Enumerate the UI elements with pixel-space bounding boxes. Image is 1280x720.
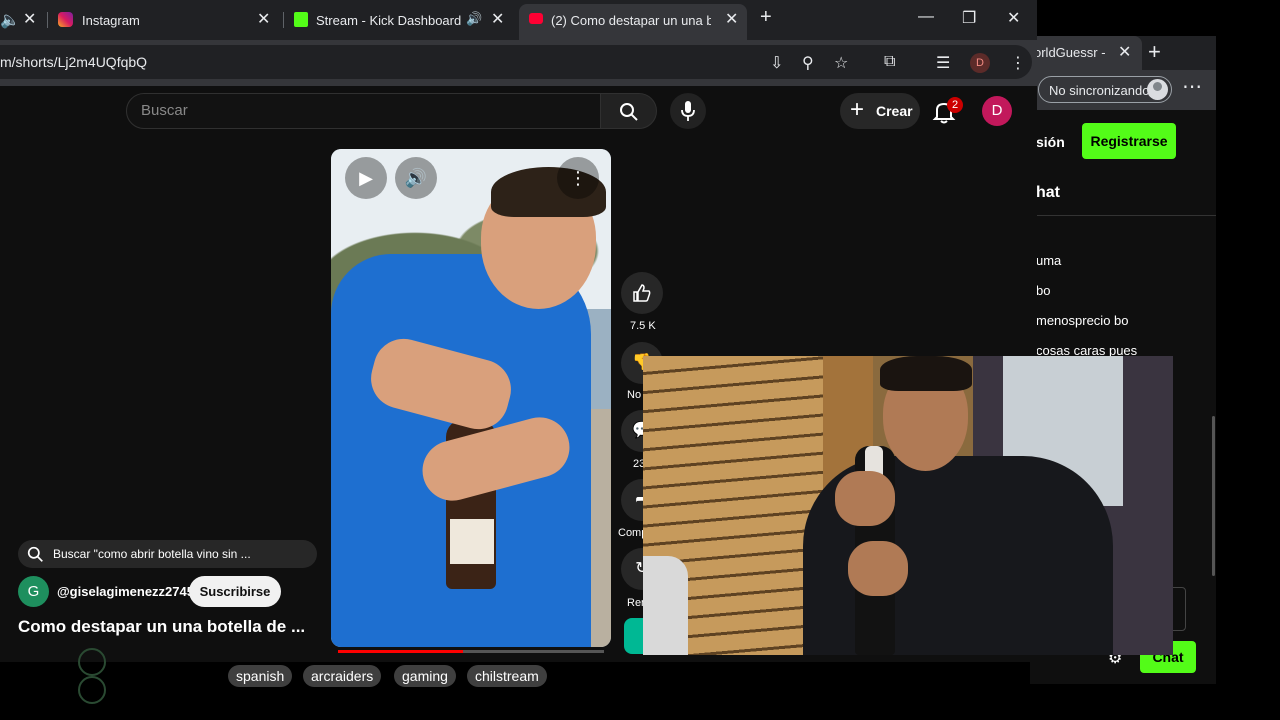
profile-avatar[interactable]: D — [970, 53, 990, 73]
tab-title: Instagram — [82, 13, 140, 28]
bookmark-star-icon[interactable]: ☆ — [834, 53, 848, 73]
create-button[interactable]: + Crear — [840, 93, 920, 129]
close-window-icon[interactable]: ✕ — [1007, 8, 1020, 28]
video-progress-fill — [338, 650, 463, 653]
kick-tab-strip: orldGuessr - ✕ + — [1030, 36, 1216, 70]
webcam-hand — [835, 471, 895, 526]
install-app-icon[interactable]: ⇩ — [770, 53, 783, 73]
minimize-icon[interactable]: — — [918, 8, 934, 26]
search-button[interactable] — [600, 93, 657, 129]
extensions-icon[interactable]: ⧉ — [884, 53, 895, 71]
zoom-icon[interactable]: ⚲ — [802, 53, 814, 73]
webcam-hand — [848, 541, 908, 596]
related-search-chip[interactable]: Buscar "como abrir botella vino sin ... — [18, 540, 317, 568]
subscribe-button[interactable]: Suscribirse — [189, 576, 281, 607]
tab-instagram[interactable]: Instagram ✕ — [50, 0, 280, 40]
channel-name[interactable]: @giselagimenezz2745 — [57, 584, 194, 599]
login-link[interactable]: sión — [1036, 134, 1065, 150]
media-control-icon[interactable]: ☰ — [936, 53, 950, 73]
url-text: m/shorts/Lj2m4UQfqbQ — [0, 54, 148, 70]
more-options-icon[interactable]: ⋯ — [1182, 74, 1203, 99]
thumbnail-ring — [78, 648, 106, 676]
search-icon — [27, 546, 43, 562]
video-title[interactable]: Como destapar un una botella de ... — [18, 617, 305, 637]
avatar[interactable]: D — [982, 96, 1012, 126]
like-button[interactable] — [621, 272, 663, 314]
search-placeholder: Buscar — [141, 102, 188, 119]
voice-search-button[interactable] — [670, 93, 706, 129]
tab-title: Stream - Kick Dashboard — [316, 13, 462, 28]
browser-toolbar: m/shorts/Lj2m4UQfqbQ ⇩ ⚲ ☆ ⧉ ☰ D ⋮ — [0, 40, 1037, 86]
search-icon — [620, 103, 638, 121]
create-label: Crear — [876, 103, 913, 119]
chat-scrollbar[interactable] — [1212, 416, 1215, 576]
plus-icon: + — [850, 96, 865, 123]
tab-strip: 🔈 ✕ Instagram ✕ Stream - Kick Dashboard … — [0, 0, 1037, 40]
tab-youtube-short[interactable]: (2) Como destapar un una botella ✕ — [519, 4, 747, 40]
microphone-icon — [681, 101, 695, 121]
webcam-microphone — [643, 556, 688, 655]
kick-icon — [294, 12, 308, 27]
related-search-text: Buscar "como abrir botella vino sin ... — [53, 547, 251, 561]
chat-message: menosprecio bo — [1036, 313, 1129, 328]
tab-separator — [47, 12, 48, 28]
webcam-overlay — [643, 356, 1173, 655]
tab-title: orldGuessr - — [1034, 45, 1106, 60]
chat-title: hat — [1036, 184, 1060, 201]
speaker-icon[interactable]: 🔊 — [466, 11, 482, 27]
play-button[interactable]: ▶ — [345, 157, 387, 199]
new-tab-icon[interactable]: + — [1148, 39, 1161, 65]
tag-chip[interactable]: spanish — [228, 665, 293, 687]
close-icon[interactable]: ✕ — [491, 9, 504, 29]
tag-chip[interactable]: arcraiders — [303, 665, 382, 687]
close-icon[interactable]: ✕ — [23, 9, 36, 29]
speaker-icon[interactable]: 🔈 — [0, 10, 20, 30]
youtube-icon — [529, 13, 543, 24]
more-options-icon[interactable]: ⋮ — [557, 157, 599, 199]
close-icon[interactable]: ✕ — [725, 9, 738, 29]
search-input[interactable]: Buscar — [126, 93, 601, 129]
sync-status-button[interactable]: No sincronizando — [1038, 76, 1172, 103]
address-bar[interactable]: m/shorts/Lj2m4UQfqbQ ⇩ ⚲ ☆ — [0, 45, 1032, 79]
profile-icon — [1147, 79, 1168, 100]
thumbs-up-icon — [633, 284, 651, 302]
channel-avatar[interactable]: G — [18, 576, 49, 607]
tab-separator — [283, 12, 284, 28]
short-video-player[interactable]: ▶ 🔊 ⋮ — [331, 149, 611, 647]
dislike-label: No — [627, 389, 642, 401]
register-button[interactable]: Registrarse — [1082, 123, 1176, 159]
tag-chip[interactable]: chilstream — [467, 665, 547, 687]
tag-chip[interactable]: gaming — [394, 665, 456, 687]
tab-worldguessr[interactable]: orldGuessr - ✕ — [1030, 36, 1142, 70]
new-tab-icon[interactable]: + — [760, 6, 772, 29]
chat-message: uma — [1036, 253, 1062, 268]
sync-label: No sincronizando — [1049, 83, 1150, 98]
menu-icon[interactable]: ⋮ — [1010, 53, 1026, 73]
tab-kick-dashboard[interactable]: Stream - Kick Dashboard 🔊 ✕ — [286, 0, 516, 40]
divider — [1030, 215, 1216, 216]
kick-toolbar: No sincronizando ⋯ — [1030, 70, 1216, 110]
volume-icon[interactable]: 🔊 — [395, 157, 437, 199]
close-icon[interactable]: ✕ — [257, 9, 270, 29]
close-icon[interactable]: ✕ — [1118, 42, 1131, 62]
tab-title: (2) Como destapar un una botella — [551, 13, 711, 28]
like-count: 7.5 K — [630, 320, 656, 332]
chat-message: bo — [1036, 283, 1051, 298]
video-frame-bottle-label — [450, 519, 494, 564]
restore-icon[interactable]: ❐ — [962, 8, 976, 28]
notification-badge: 2 — [947, 97, 963, 113]
instagram-icon — [58, 12, 73, 27]
thumbnail-ring — [78, 676, 106, 704]
webcam-hair — [880, 356, 972, 391]
